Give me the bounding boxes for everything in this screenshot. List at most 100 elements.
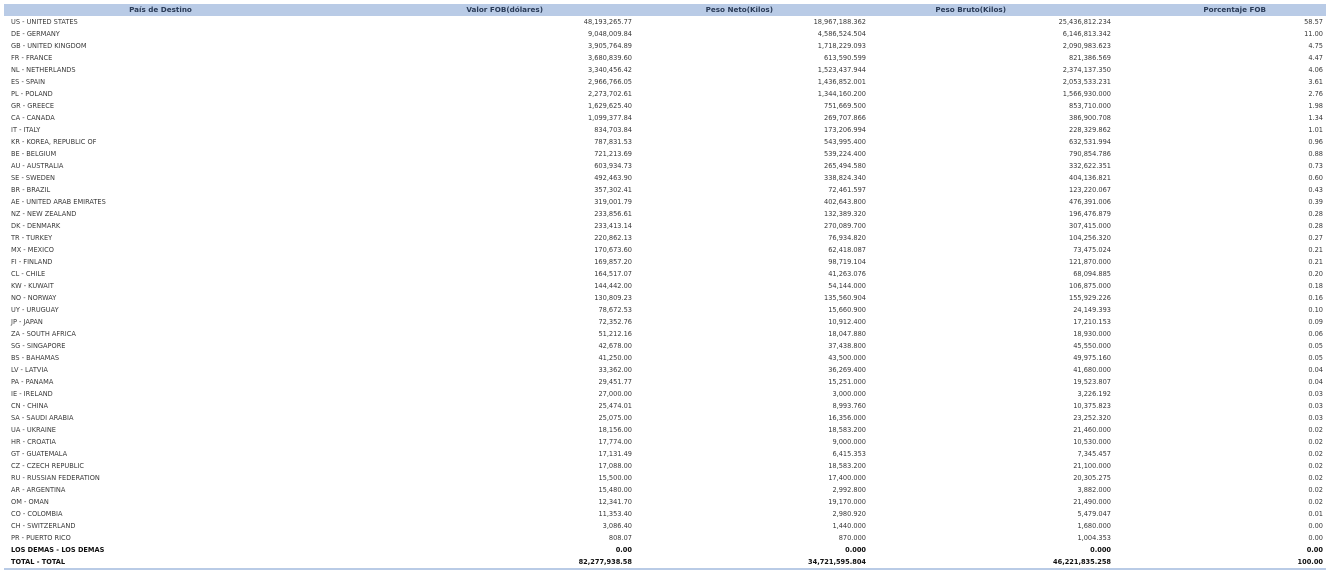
net-weight-cell: 870.000 [838,534,866,542]
net-weight-cell: 19,170.000 [828,498,866,506]
fob-percentage-cell: 1.01 [1308,126,1323,134]
country-cell[interactable]: KR - KOREA, REPUBLIC OF [4,136,317,148]
country-cell[interactable]: NL - NETHERLANDS [4,64,317,76]
country-cell[interactable]: AE - UNITED ARAB EMIRATES [4,196,317,208]
report-container: País de Destino Valor FOB(dólares) Peso … [4,4,1326,570]
header-destination-country[interactable]: País de Destino [4,4,317,16]
country-cell[interactable]: PR - PUERTO RICO [4,532,317,544]
fob-percentage-cell: 3.61 [1308,78,1323,86]
gross-weight-cell: 821,386.569 [1069,54,1111,62]
fob-value-cell: 144,442.00 [594,282,632,290]
country-cell[interactable]: AR - ARGENTINA [4,484,317,496]
gross-weight-cell: 121,870.000 [1069,258,1111,266]
country-cell[interactable]: IT - ITALY [4,124,317,136]
country-cell[interactable]: UA - UKRAINE [4,424,317,436]
fob-percentage-cell: 0.96 [1308,138,1323,146]
fob-value-cell: 9,048,009.84 [587,30,632,38]
country-cell[interactable]: PL - POLAND [4,88,317,100]
country-cell[interactable]: SA - SAUDI ARABIA [4,412,317,424]
gross-weight-cell: 68,094.885 [1073,270,1111,278]
country-cell[interactable]: UY - URUGUAY [4,304,317,316]
country-cell[interactable]: KW - KUWAIT [4,280,317,292]
table-row: US - UNITED STATES 48,193,265.77 18,967,18… [4,16,1326,28]
header-row: País de Destino Valor FOB(dólares) Peso … [4,4,1326,16]
gross-weight-cell: 7,345.457 [1077,450,1111,458]
country-cell[interactable]: LV - LATVIA [4,364,317,376]
table-row: PL - POLAND 2,273,702.61 1,344,160.200 1,56… [4,88,1326,100]
country-cell[interactable]: RU - RUSSIAN FEDERATION [4,472,317,484]
fob-value-cell: 233,856.61 [594,210,632,218]
net-weight-cell: 18,967,188.362 [813,18,866,26]
country-cell[interactable]: ES - SPAIN [4,76,317,88]
country-cell[interactable]: FI - FINLAND [4,256,317,268]
fob-value-cell: 0.00 [615,546,632,554]
table-row: SA - SAUDI ARABIA 25,075.00 16,356.000 23,2… [4,412,1326,424]
country-cell[interactable]: FR - FRANCE [4,52,317,64]
country-cell[interactable]: MX - MEXICO [4,244,317,256]
country-cell[interactable]: GT - GUATEMALA [4,448,317,460]
header-fob-value[interactable]: Valor FOB(dólares) [317,4,635,16]
fob-value-cell: 29,451.77 [598,378,632,386]
header-fob-percentage[interactable]: Porcentaje FOB [1114,4,1326,16]
fob-percentage-cell: 0.43 [1308,186,1323,194]
country-cell[interactable]: HR - CROATIA [4,436,317,448]
country-cell[interactable]: TR - TURKEY [4,232,317,244]
country-cell[interactable]: PA - PANAMA [4,376,317,388]
country-cell[interactable]: SE - SWEDEN [4,172,317,184]
table-row: CL - CHILE 164,517.07 41,263.076 68,094.885… [4,268,1326,280]
country-cell[interactable]: LOS DEMAS - LOS DEMAS [4,544,317,556]
fob-percentage-cell: 0.00 [1308,534,1323,542]
country-cell[interactable]: JP - JAPAN [4,316,317,328]
fob-percentage-cell: 0.27 [1308,234,1323,242]
gross-weight-cell: 853,710.000 [1069,102,1111,110]
net-weight-cell: 18,583.200 [828,462,866,470]
country-cell[interactable]: CN - CHINA [4,400,317,412]
net-weight-cell: 173,206.994 [824,126,866,134]
country-cell[interactable]: CH - SWITZERLAND [4,520,317,532]
header-net-weight[interactable]: Peso Neto(Kilos) [635,4,869,16]
table-row: BE - BELGIUM 721,213.69 539,224.400 790,854… [4,148,1326,160]
country-cell[interactable]: CZ - CZECH REPUBLIC [4,460,317,472]
country-cell[interactable]: CA - CANADA [4,112,317,124]
net-weight-cell: 1,344,160.200 [817,90,866,98]
country-cell[interactable]: NZ - NEW ZEALAND [4,208,317,220]
country-cell[interactable]: BE - BELGIUM [4,148,317,160]
country-cell[interactable]: TOTAL - TOTAL [4,556,317,568]
gross-weight-cell: 196,476.879 [1069,210,1111,218]
header-gross-weight[interactable]: Peso Bruto(Kilos) [869,4,1114,16]
fob-value-cell: 3,905,764.89 [587,42,632,50]
country-cell[interactable]: GB - UNITED KINGDOM [4,40,317,52]
country-cell[interactable]: DE - GERMANY [4,28,317,40]
table-row: CH - SWITZERLAND 3,086.40 1,440.000 1,680.0… [4,520,1326,532]
country-cell[interactable]: DK - DENMARK [4,220,317,232]
country-cell[interactable]: OM - OMAN [4,496,317,508]
country-cell[interactable]: CO - COLOMBIA [4,508,317,520]
net-weight-cell: 0.000 [845,546,866,554]
country-cell[interactable]: CL - CHILE [4,268,317,280]
fob-percentage-cell: 0.60 [1308,174,1323,182]
country-cell[interactable]: GR - GREECE [4,100,317,112]
fob-percentage-cell: 0.88 [1308,150,1323,158]
net-weight-cell: 269,707.866 [824,114,866,122]
gross-weight-cell: 17,210.153 [1073,318,1111,326]
country-cell[interactable]: BS - BAHAMAS [4,352,317,364]
country-cell[interactable]: ZA - SOUTH AFRICA [4,328,317,340]
fob-value-cell: 17,131.49 [598,450,632,458]
country-cell[interactable]: NO - NORWAY [4,292,317,304]
net-weight-cell: 4,586,524.504 [817,30,866,38]
country-cell[interactable]: IE - IRELAND [4,388,317,400]
fob-value-cell: 11,353.40 [598,510,632,518]
table-body: US - UNITED STATES 48,193,265.77 18,967,18… [4,16,1326,568]
fob-value-cell: 834,703.84 [594,126,632,134]
fob-percentage-cell: 0.10 [1308,306,1323,314]
country-cell[interactable]: US - UNITED STATES [4,16,317,28]
table-row: UY - URUGUAY 78,672.53 15,660.900 24,149.39… [4,304,1326,316]
gross-weight-cell: 476,391.006 [1069,198,1111,206]
gross-weight-cell: 19,523.807 [1073,378,1111,386]
fob-value-cell: 1,099,377.84 [587,114,632,122]
fob-value-cell: 51,212.16 [598,330,632,338]
fob-value-cell: 721,213.69 [594,150,632,158]
country-cell[interactable]: BR - BRAZIL [4,184,317,196]
country-cell[interactable]: AU - AUSTRALIA [4,160,317,172]
country-cell[interactable]: SG - SINGAPORE [4,340,317,352]
